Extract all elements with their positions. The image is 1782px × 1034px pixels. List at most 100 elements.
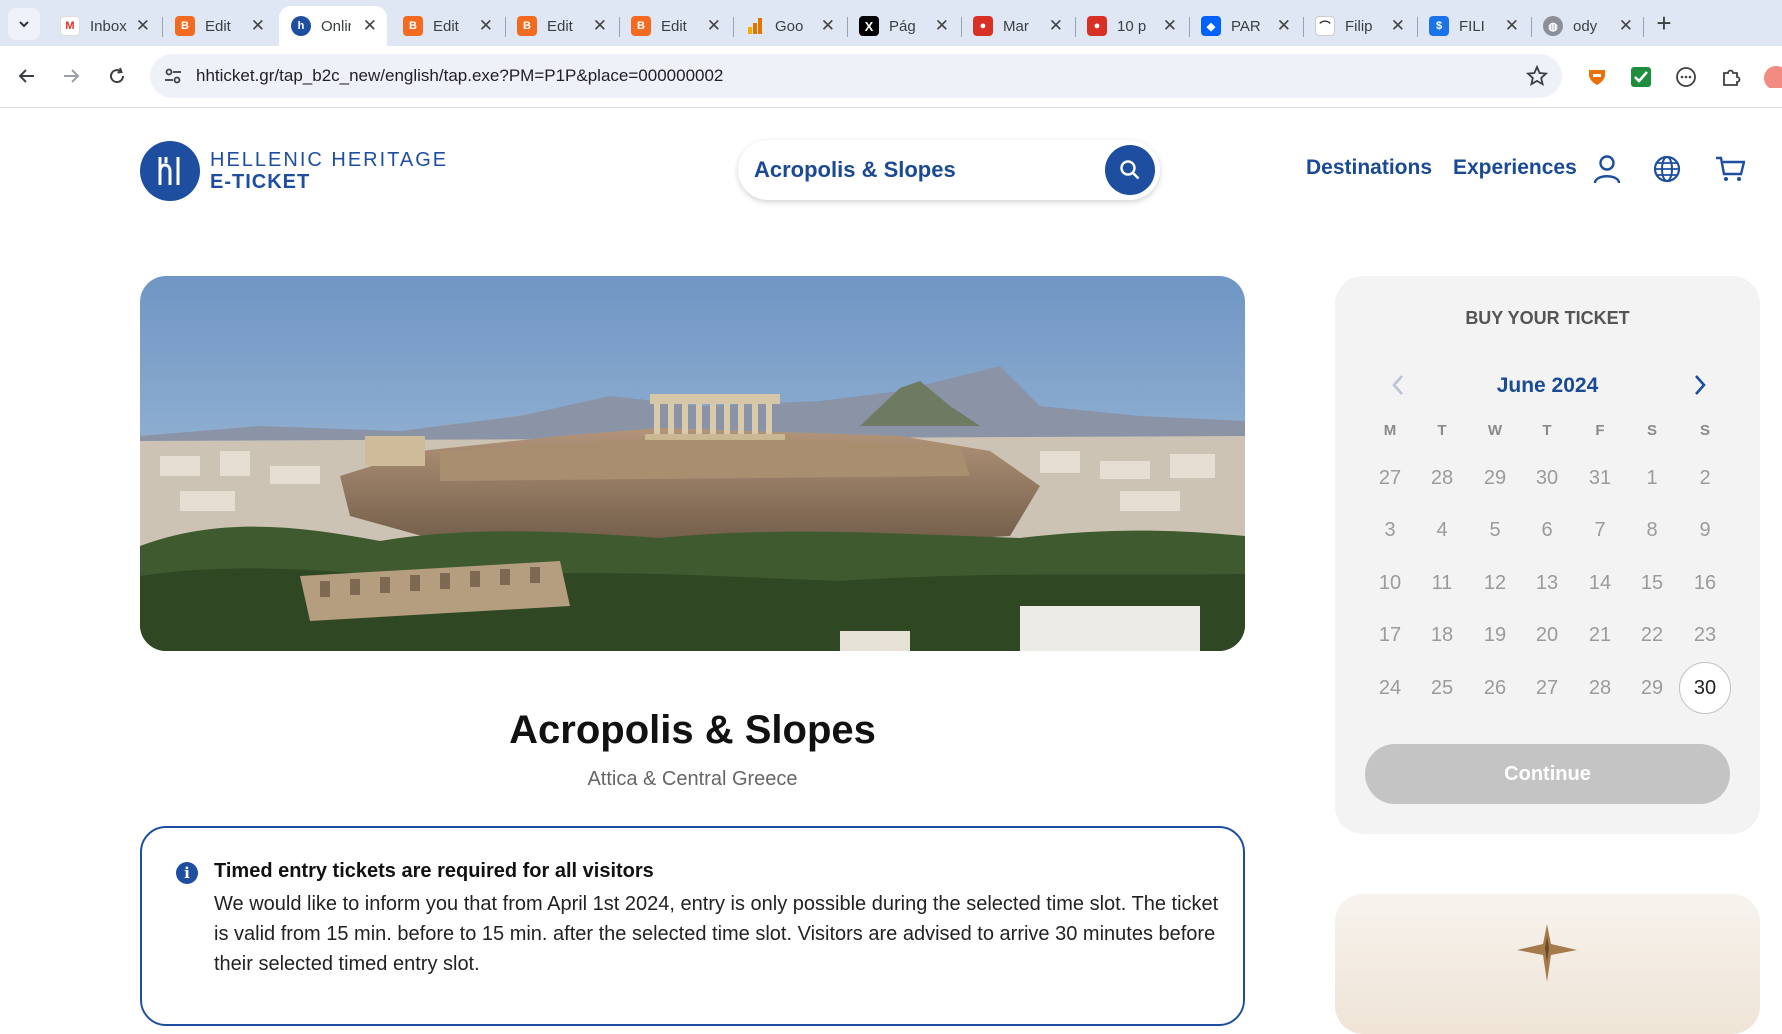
notice-title: Timed entry tickets are required for all… xyxy=(214,860,654,882)
calendar-day-selectable[interactable]: 30 xyxy=(1679,662,1731,714)
reload-icon xyxy=(110,67,125,84)
tab-title: FILI xyxy=(1459,17,1485,35)
browser-tab[interactable]: B Edit ✕ xyxy=(163,6,275,46)
dollar-icon: $ xyxy=(1429,16,1449,36)
browser-tab[interactable]: Goo ✕ xyxy=(733,6,845,46)
calendar-day: 26 xyxy=(1483,677,1507,699)
close-icon[interactable]: ✕ xyxy=(1163,16,1177,36)
close-icon[interactable]: ✕ xyxy=(707,16,721,36)
calendar-day: 9 xyxy=(1699,519,1711,541)
browser-tab[interactable]: ◆ PAR ✕ xyxy=(1189,6,1301,46)
calendar-day: 17 xyxy=(1378,624,1402,646)
calendar-day: 15 xyxy=(1640,572,1664,594)
browser-tab-active[interactable]: h Online Tickets ✕ xyxy=(279,6,387,46)
calendar-day: 2 xyxy=(1699,467,1711,489)
calendar-day: 28 xyxy=(1588,677,1612,699)
calendar-day: 1 xyxy=(1646,467,1658,489)
reload-button[interactable] xyxy=(104,63,130,89)
page-title: Acropolis & Slopes xyxy=(509,708,876,752)
close-icon[interactable]: ✕ xyxy=(479,16,493,36)
extension-check-icon[interactable] xyxy=(1630,66,1652,88)
site-search-input[interactable]: Acropolis & Slopes xyxy=(754,157,956,183)
close-icon[interactable]: ✕ xyxy=(1505,16,1519,36)
nav-experiences-link[interactable]: Experiences xyxy=(1453,156,1577,180)
close-icon[interactable]: ✕ xyxy=(935,16,949,36)
calendar-day: 23 xyxy=(1693,624,1717,646)
calendar-day: 29 xyxy=(1483,467,1507,489)
tab-title: Edit xyxy=(205,17,231,35)
browser-tab[interactable]: B Edit ✕ xyxy=(505,6,617,46)
calendar-day: 25 xyxy=(1430,677,1454,699)
close-icon[interactable]: ✕ xyxy=(251,16,265,36)
close-icon[interactable]: ✕ xyxy=(1049,16,1063,36)
close-icon[interactable]: ✕ xyxy=(1619,16,1633,36)
browser-tab[interactable]: ◍ ody ✕ xyxy=(1531,6,1643,46)
profile-avatar[interactable] xyxy=(1764,66,1782,88)
calendar-day: 14 xyxy=(1588,572,1612,594)
calendar-day: 30 xyxy=(1535,467,1559,489)
blogger-edit-icon: B xyxy=(175,16,195,36)
browser-tab[interactable]: ● 10 p ✕ xyxy=(1075,6,1187,46)
info-icon: i xyxy=(176,862,198,884)
close-icon[interactable]: ✕ xyxy=(821,16,835,36)
nav-destinations-link[interactable]: Destinations xyxy=(1306,156,1432,180)
calendar-day: 29 xyxy=(1640,677,1664,699)
weekday-header: S xyxy=(1646,422,1657,439)
calendar-day: 27 xyxy=(1535,677,1559,699)
browser-tab[interactable]: B Edit ✕ xyxy=(619,6,731,46)
tab-search-button[interactable] xyxy=(8,8,40,40)
browser-tab[interactable]: X Pág ✕ xyxy=(847,6,959,46)
continue-button[interactable]: Continue xyxy=(1365,744,1730,804)
weekday-header: W xyxy=(1487,422,1503,439)
close-icon[interactable]: ✕ xyxy=(1391,16,1405,36)
close-icon[interactable]: ✕ xyxy=(136,16,150,36)
address-bar[interactable]: hhticket.gr/tap_b2c_new/english/tap.exe?… xyxy=(150,54,1562,98)
calendar-day: 24 xyxy=(1378,677,1402,699)
tab-title: Edit xyxy=(547,17,573,35)
calendar-day: 10 xyxy=(1378,572,1402,594)
analytics-icon xyxy=(745,16,765,36)
site-info-icon[interactable] xyxy=(163,66,183,91)
close-icon[interactable]: ✕ xyxy=(363,16,377,36)
notice-body: We would like to inform you that from Ap… xyxy=(214,893,1219,975)
close-icon[interactable]: ✕ xyxy=(593,16,607,36)
extension-chat-icon[interactable] xyxy=(1675,66,1697,88)
calendar-day: 21 xyxy=(1588,624,1612,646)
calendar-day: 28 xyxy=(1430,467,1454,489)
site-logo[interactable]: HELLENIC HERITAGE E-TICKET xyxy=(140,141,448,201)
close-icon[interactable]: ✕ xyxy=(1277,16,1291,36)
extensions-puzzle-icon[interactable] xyxy=(1720,66,1742,88)
maps-pin-icon: ● xyxy=(1087,16,1107,36)
booking-panel: BUY YOUR TICKET June 2024 M T W T F S S … xyxy=(1335,276,1760,834)
tab-title: Edit xyxy=(433,17,459,35)
forward-button[interactable] xyxy=(58,63,84,89)
account-button[interactable] xyxy=(1591,153,1623,185)
browser-tab[interactable]: ● Mar ✕ xyxy=(961,6,1073,46)
calendar-day: 11 xyxy=(1431,572,1453,594)
weekday-header: T xyxy=(1542,422,1552,439)
browser-tab[interactable]: B Edit ✕ xyxy=(391,6,503,46)
cart-button[interactable] xyxy=(1714,153,1746,185)
bookmark-star-icon[interactable] xyxy=(1525,64,1549,92)
language-button[interactable] xyxy=(1651,153,1683,185)
extension-shield-icon[interactable] xyxy=(1586,66,1608,88)
search-button[interactable] xyxy=(1105,145,1155,195)
browser-tab[interactable]: $ FILI ✕ xyxy=(1417,6,1529,46)
logo-subtitle: E-TICKET xyxy=(210,171,311,193)
back-button[interactable] xyxy=(14,63,40,89)
site-search-bar[interactable]: Acropolis & Slopes xyxy=(738,140,1160,200)
spinning-top-icon xyxy=(1515,922,1579,989)
acropolis-hero-image xyxy=(140,276,1245,651)
hellenic-heritage-icon: h xyxy=(291,16,311,36)
new-tab-button[interactable]: + xyxy=(1650,10,1678,38)
weekday-header: S xyxy=(1699,422,1710,439)
acropolis-experience-card[interactable] xyxy=(1335,894,1760,1034)
search-icon xyxy=(1120,160,1140,180)
tab-title: Goo xyxy=(775,17,804,35)
browser-tab[interactable]: M Inbox ✕ xyxy=(48,6,160,46)
timed-entry-notice: i Timed entry tickets are required for a… xyxy=(140,826,1245,1026)
gmail-icon: M xyxy=(60,16,80,36)
next-month-button[interactable] xyxy=(1685,370,1715,400)
calendar-day: 19 xyxy=(1483,624,1507,646)
browser-tab[interactable]: ⌒ Filip ✕ xyxy=(1303,6,1415,46)
